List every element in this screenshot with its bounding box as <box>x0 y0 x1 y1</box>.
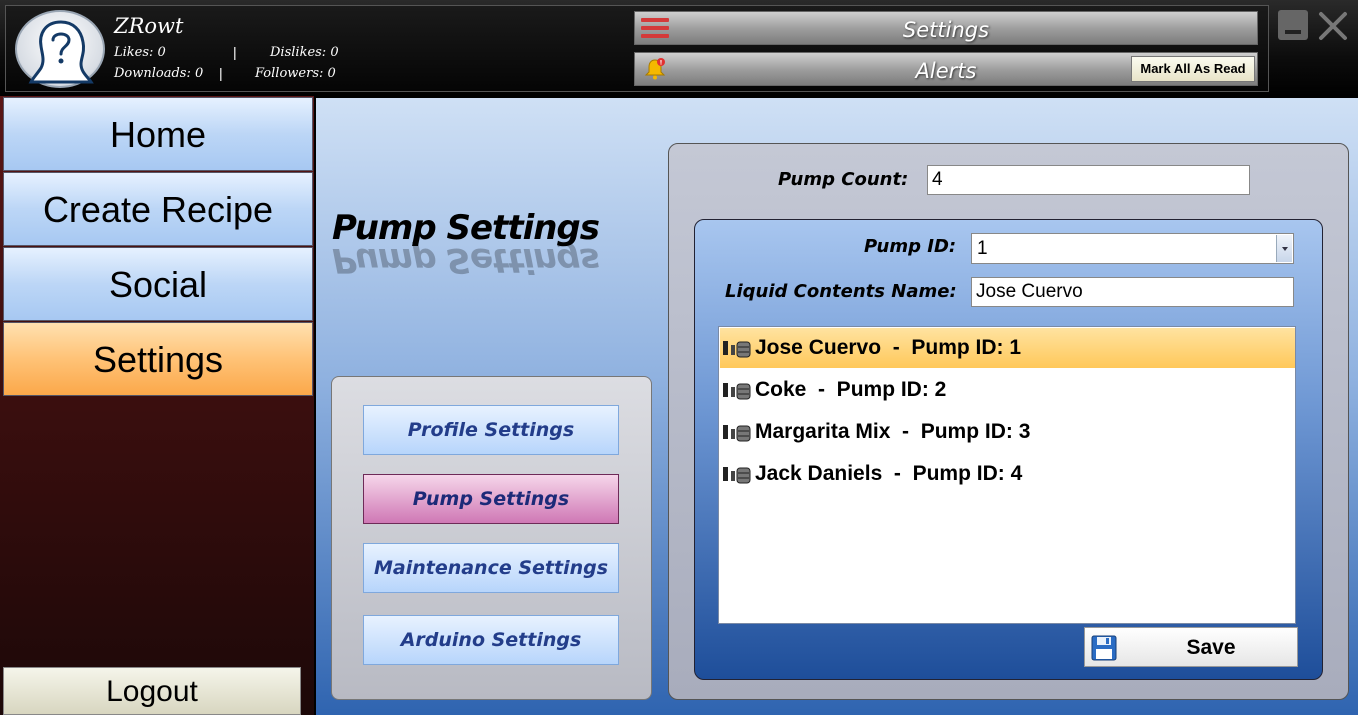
chevron-down-icon[interactable] <box>1276 235 1292 262</box>
stat-separator: | <box>219 65 223 81</box>
nav-item-settings[interactable]: Settings <box>3 322 313 396</box>
nav-item-home[interactable]: Home <box>3 97 313 171</box>
list-item[interactable]: Jack Daniels - Pump ID: 4 <box>720 454 1295 494</box>
liquid-contents-label: Liquid Contents Name: <box>725 281 957 302</box>
pump-icon <box>723 425 751 442</box>
subnav-profile-settings[interactable]: Profile Settings <box>363 405 619 455</box>
pump-item-text: Coke - Pump ID: 2 <box>755 378 947 401</box>
pump-id-select[interactable]: 1 <box>971 233 1294 264</box>
pump-icon <box>723 341 751 358</box>
pump-item-text: Margarita Mix - Pump ID: 3 <box>755 420 1031 443</box>
likes-count: Likes: 0 <box>114 45 166 60</box>
close-icon[interactable] <box>1318 8 1348 42</box>
pump-icon <box>723 467 751 484</box>
settings-bar-label: Settings <box>902 18 990 42</box>
mark-all-read-button[interactable]: Mark All As Read <box>1131 56 1255 82</box>
list-item[interactable]: Jose Cuervo - Pump ID: 1 <box>720 328 1295 368</box>
subnav-pump-settings[interactable]: Pump Settings <box>363 474 619 524</box>
person-silhouette-icon <box>28 20 94 84</box>
pump-item-text: Jack Daniels - Pump ID: 4 <box>755 462 1023 485</box>
nav-item-create-recipe[interactable]: Create Recipe <box>3 172 313 246</box>
subnav-arduino-settings[interactable]: Arduino Settings <box>363 615 619 665</box>
dislikes-count: Dislikes: 0 <box>270 45 339 60</box>
pump-icon <box>723 383 751 400</box>
logout-button[interactable]: Logout <box>3 667 301 715</box>
list-item[interactable]: Coke - Pump ID: 2 <box>720 370 1295 410</box>
alerts-bar[interactable]: ! Alerts Mark All As Read <box>634 52 1258 86</box>
pump-count-label: Pump Count: <box>778 169 909 190</box>
list-item[interactable]: Margarita Mix - Pump ID: 3 <box>720 412 1295 452</box>
minimize-icon[interactable] <box>1278 10 1308 40</box>
save-button-label: Save <box>1186 636 1236 659</box>
pump-id-selected-value: 1 <box>977 238 988 259</box>
nav-item-social[interactable]: Social <box>3 247 313 321</box>
floppy-disk-icon <box>1091 635 1117 661</box>
pump-count-input[interactable] <box>927 165 1250 195</box>
downloads-count: Downloads: 0 <box>114 66 204 81</box>
followers-count: Followers: 0 <box>255 66 336 81</box>
settings-subnav: Profile Settings Pump Settings Maintenan… <box>331 376 652 700</box>
title-bar: ZRowt Likes: 0 | Dislikes: 0 Downloads: … <box>0 0 1358 96</box>
pump-id-label: Pump ID: <box>864 236 957 257</box>
liquid-contents-input[interactable] <box>971 277 1294 307</box>
save-button[interactable]: Save <box>1084 627 1298 667</box>
page-title-reflection: Pump Settings <box>332 240 600 280</box>
username: ZRowt <box>114 14 184 38</box>
pump-item-text: Jose Cuervo - Pump ID: 1 <box>755 336 1022 359</box>
settings-menu-bar[interactable]: Settings <box>634 11 1258 45</box>
sidebar-nav: Home Create Recipe Social Settings Logou… <box>0 96 316 715</box>
pump-list[interactable]: Jose Cuervo - Pump ID: 1 Coke - Pump ID:… <box>718 326 1296 624</box>
stat-separator: | <box>233 44 237 60</box>
avatar[interactable] <box>15 10 105 88</box>
subnav-maintenance-settings[interactable]: Maintenance Settings <box>363 543 619 593</box>
